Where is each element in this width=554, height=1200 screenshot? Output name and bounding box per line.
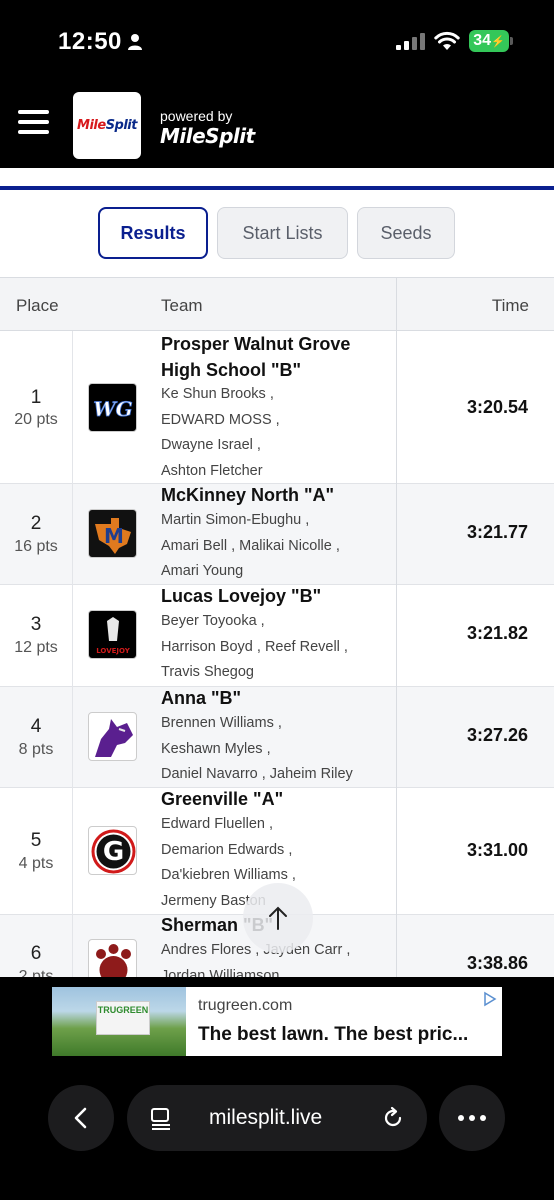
trugreen-ad[interactable]: TRUGREEN trugreen.com The best lawn. The… xyxy=(52,987,502,1056)
tab-start-lists[interactable]: Start Lists xyxy=(217,207,348,259)
row-points: 4 pts xyxy=(18,855,54,872)
team-name[interactable]: Prosper Walnut Grove High School "B" xyxy=(161,331,391,383)
row-points: 8 pts xyxy=(18,741,54,758)
ad-choices-icon[interactable] xyxy=(482,991,498,1007)
walnut-grove-logo: WG xyxy=(88,383,137,432)
row-place: 2 xyxy=(30,513,42,534)
logo-wordmark: MileSplit xyxy=(77,118,137,133)
status-time: 12:50 xyxy=(58,28,122,55)
charging-icon: ⚡ xyxy=(491,35,505,48)
app-header: MileSplit powered by MileSplit xyxy=(0,84,554,168)
tab-seeds[interactable]: Seeds xyxy=(357,207,455,259)
row-time: 3:20.54 xyxy=(466,397,528,417)
milesplit-logo[interactable]: MileSplit xyxy=(73,92,141,159)
status-bar: 12:50 34 ⚡ xyxy=(0,0,554,84)
table-row[interactable]: 4 8 pts Anna "B" Brennen Williams , Kesha… xyxy=(0,687,554,788)
results-table-body: 1 20 pts WG Prosper Walnut Grove High Sch… xyxy=(0,331,554,977)
svg-text:G: G xyxy=(103,837,124,867)
row-points: 20 pts xyxy=(14,411,58,428)
url-text: milesplit.live xyxy=(209,1106,323,1129)
address-bar[interactable]: milesplit.live xyxy=(127,1085,427,1151)
greenville-logo: G xyxy=(88,826,137,875)
more-options-button[interactable] xyxy=(439,1085,505,1151)
row-points: 12 pts xyxy=(14,639,58,656)
svg-text:M: M xyxy=(104,524,124,548)
battery-level: 34 xyxy=(473,32,492,49)
row-time: 3:21.82 xyxy=(466,623,528,643)
tab-results[interactable]: Results xyxy=(98,207,208,259)
sherman-logo xyxy=(88,939,137,977)
row-place: 1 xyxy=(30,387,42,408)
row-time: 3:21.77 xyxy=(466,522,528,542)
place-column-divider xyxy=(72,331,73,977)
powered-by-label: powered by xyxy=(160,108,233,124)
header-divider xyxy=(0,186,554,190)
scroll-to-top-button[interactable] xyxy=(243,883,313,953)
row-time: 3:31.00 xyxy=(466,840,528,860)
chevron-left-icon xyxy=(74,1107,87,1129)
row-place: 4 xyxy=(30,716,42,737)
browser-toolbar: milesplit.live xyxy=(0,1085,554,1155)
athlete-list: Ke Shun Brooks , EDWARD MOSS , Dwayne Isra… xyxy=(161,386,280,479)
wifi-icon xyxy=(434,31,460,50)
ad-sign: TRUGREEN xyxy=(96,1001,150,1035)
results-table-header: Place Team Time xyxy=(0,277,554,331)
time-column-divider xyxy=(396,277,397,977)
column-header-time[interactable]: Time xyxy=(492,296,529,316)
arrow-up-icon xyxy=(269,906,287,930)
athlete-list: Martin Simon-Ebughu , Amari Bell , Malika… xyxy=(161,512,340,579)
column-header-team[interactable]: Team xyxy=(161,296,203,316)
team-name[interactable]: Lucas Lovejoy "B" xyxy=(161,583,391,609)
team-name[interactable]: McKinney North "A" xyxy=(161,482,391,508)
row-points: 16 pts xyxy=(14,538,58,555)
team-name[interactable]: Greenville "A" xyxy=(161,786,391,812)
athlete-list: Beyer Toyooka , Harrison Boyd , Reef Reve… xyxy=(161,613,348,680)
table-row[interactable]: 1 20 pts WG Prosper Walnut Grove High Sch… xyxy=(0,331,554,484)
results-tabs: Results Start Lists Seeds xyxy=(0,207,554,259)
ad-headline: The best lawn. The best pric... xyxy=(198,1024,469,1045)
battery-indicator: 34 ⚡ xyxy=(469,30,509,52)
row-place: 5 xyxy=(30,830,42,851)
cellular-signal-icon xyxy=(396,33,425,50)
table-row[interactable]: 2 16 pts M McKinney North "A" Martin Sim… xyxy=(0,484,554,585)
table-row[interactable]: 3 12 pts LOVEJOY Lucas Lovejoy "B" Beyer… xyxy=(0,585,554,687)
column-header-place[interactable]: Place xyxy=(16,296,59,316)
svg-text:WG: WG xyxy=(93,397,133,421)
athlete-list: Brennen Williams , Keshawn Myles , Daniel … xyxy=(161,715,353,782)
page-menu-icon[interactable] xyxy=(149,1106,173,1130)
row-time: 3:38.86 xyxy=(466,953,528,973)
ellipsis-icon xyxy=(458,1115,486,1121)
row-time: 3:27.26 xyxy=(466,725,528,745)
mckinney-north-logo: M xyxy=(88,509,137,558)
battery-nub xyxy=(510,37,513,45)
row-place: 6 xyxy=(30,943,42,964)
anna-coyote-logo xyxy=(88,712,137,761)
reload-icon[interactable] xyxy=(381,1106,405,1130)
ad-image: TRUGREEN xyxy=(52,987,186,1056)
lovejoy-logo: LOVEJOY xyxy=(88,610,137,659)
ad-domain: trugreen.com xyxy=(198,997,293,1014)
svg-text:LOVEJOY: LOVEJOY xyxy=(96,647,130,655)
powered-by-brand: MileSplit xyxy=(160,124,255,148)
hamburger-menu-icon[interactable] xyxy=(18,110,50,136)
team-name[interactable]: Anna "B" xyxy=(161,685,391,711)
row-points: 2 pts xyxy=(18,968,54,977)
back-button[interactable] xyxy=(48,1085,114,1151)
row-place: 3 xyxy=(30,614,42,635)
person-icon xyxy=(128,34,142,50)
